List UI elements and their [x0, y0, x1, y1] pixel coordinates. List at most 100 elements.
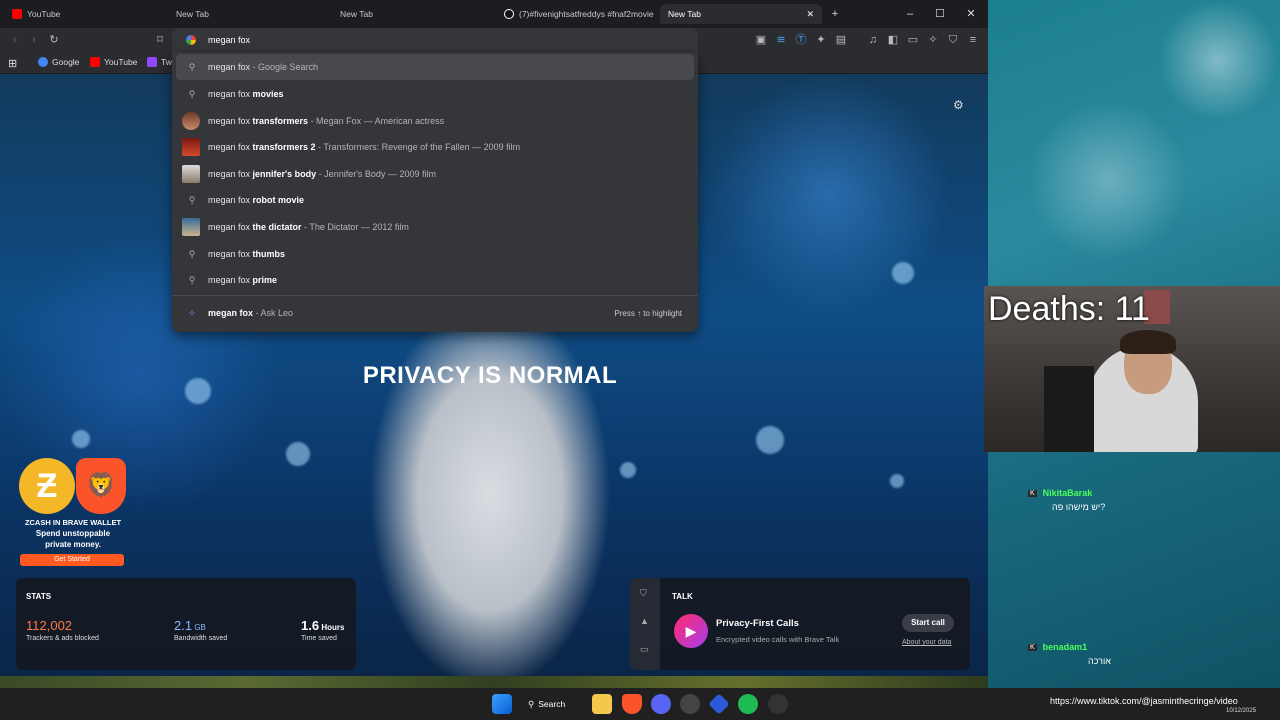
stat-value: 2.1 — [174, 618, 193, 633]
tab-new-1[interactable]: New Tab — [168, 4, 328, 24]
search-icon: ⚲ — [188, 89, 196, 99]
bookmark-twitch[interactable]: Twi — [147, 57, 174, 67]
thumbnail-image — [182, 218, 200, 236]
shield-icon[interactable]: ⛉ — [640, 588, 647, 599]
settings-gear-icon[interactable]: ⚙ — [953, 98, 964, 112]
file-explorer-icon[interactable] — [592, 694, 612, 714]
bokeh-light — [620, 462, 636, 478]
stat-value: 1.6 — [301, 618, 320, 633]
tab-new-2[interactable]: New Tab — [332, 4, 492, 24]
bookmark-icon[interactable]: ⌑ — [153, 33, 167, 47]
suggestion-bold: robot movie — [252, 195, 305, 205]
suggestion-item[interactable]: megan fox transformers 2 - Transformers:… — [172, 134, 698, 160]
start-call-button[interactable]: Start call — [902, 614, 954, 632]
ask-leo-item[interactable]: ✧ megan fox - Ask Leo Press ↑ to highlig… — [172, 300, 698, 326]
suggestion-bold: thumbs — [252, 249, 286, 259]
back-icon[interactable]: ‹ — [8, 33, 22, 47]
suggestion-desc: - The Dictator — 2012 film — [301, 222, 409, 232]
new-tab-button[interactable]: + — [827, 6, 843, 22]
extensions-icon[interactable]: ✦ — [814, 33, 828, 47]
bokeh-light — [72, 430, 90, 448]
close-tab-icon[interactable]: ✕ — [806, 9, 814, 20]
ask-leo-text: megan fox - Ask Leo — [208, 308, 293, 318]
suggestion-item[interactable]: megan fox jennifer's body - Jennifer's B… — [172, 161, 698, 187]
address-bar[interactable]: megan fox — [172, 28, 698, 52]
brave-lion-icon: 🦁 — [76, 458, 126, 514]
deaths-counter: Deaths: 11 — [988, 290, 1150, 328]
app-icon[interactable] — [708, 693, 730, 715]
sidebar-icon[interactable]: ◧ — [886, 33, 900, 47]
tab-youtube[interactable]: YouTube — [4, 4, 164, 24]
suggestion-text: megan fox robot movie — [208, 195, 304, 205]
listen-icon[interactable]: ≋ — [774, 33, 788, 47]
about-data-link[interactable]: About your data — [902, 639, 951, 646]
suggestion-prefix: megan fox — [208, 169, 253, 179]
tab-label: (7)#fivenightsatfreddys #fnaf2movie — [519, 9, 654, 19]
tab-tiktok[interactable]: (7)#fivenightsatfreddys #fnaf2movie — [496, 4, 656, 24]
shield-icon[interactable]: ⛉ — [946, 33, 960, 47]
suggestion-bold: transformers 2 — [252, 142, 316, 152]
suggestion-item[interactable]: ⚲ megan fox robot movie — [172, 187, 698, 213]
obs-icon[interactable] — [680, 694, 700, 714]
suggestion-item[interactable]: ⚲ megan fox thumbs — [172, 241, 698, 267]
reload-icon[interactable]: ↻ — [47, 33, 61, 47]
search-icon: ⚲ — [188, 62, 196, 72]
stat-label: Trackers & ads blocked — [26, 635, 99, 642]
maximize-button[interactable]: ☐ — [932, 6, 948, 22]
media-icon[interactable]: ♫ — [866, 33, 880, 47]
stat-time: 1.6 Hours Time saved — [301, 618, 344, 642]
search-icon: ⚲ — [188, 275, 196, 285]
taskbar-search[interactable]: ⚲ Search — [528, 694, 582, 714]
zcash-line3: private money. — [45, 540, 101, 549]
suggestion-prefix: megan fox — [208, 275, 253, 285]
suggestion-item[interactable]: ⚲ megan fox - Google Search — [176, 54, 694, 80]
talk-heading: Privacy-First Calls — [716, 618, 799, 629]
ask-leo-label: - Ask Leo — [255, 308, 294, 318]
wallet-icon[interactable]: ▭ — [906, 33, 920, 47]
tab-label: New Tab — [340, 9, 373, 19]
stream-chat: K NikitaBarak יש מישהו פה? K benadam1 או… — [988, 452, 1280, 688]
triangle-icon[interactable]: ▲ — [640, 616, 649, 626]
thumbnail-image — [182, 165, 200, 183]
suggestion-item[interactable]: ⚲ megan fox movies — [172, 81, 698, 107]
suggestion-prefix: megan fox — [208, 249, 253, 259]
zcash-icon: Ƶ — [19, 458, 75, 514]
brave-icon[interactable] — [622, 694, 642, 714]
stat-unit: Hours — [321, 623, 345, 632]
suggestion-item[interactable]: megan fox the dictator - The Dictator — … — [172, 214, 698, 240]
tab-new-active[interactable]: New Tab ✕ — [660, 4, 822, 24]
picture-icon[interactable]: ▣ — [754, 33, 768, 47]
discord-icon[interactable] — [651, 694, 671, 714]
windows-start-icon[interactable] — [492, 694, 512, 714]
suggestion-item[interactable]: ⚲ megan fox prime — [172, 267, 698, 293]
stat-trackers: 112,002 Trackers & ads blocked — [26, 618, 99, 642]
search-icon: ⚲ — [188, 249, 196, 259]
bokeh-light — [892, 262, 914, 284]
apps-icon[interactable]: ⊞ — [8, 57, 17, 70]
zcash-promo: Ƶ 🦁 ZCASH IN BRAVE WALLET Spend unstoppa… — [14, 456, 132, 568]
screenshot-icon[interactable]: ▤ — [834, 33, 848, 47]
thumbnail-image — [182, 112, 200, 130]
menu-icon[interactable]: ≡ — [966, 33, 980, 47]
bookmark-google[interactable]: Google — [38, 57, 79, 67]
bookmark-label: YouTube — [104, 57, 138, 67]
app-icon[interactable] — [768, 694, 788, 714]
translate-icon[interactable]: Ⓣ — [794, 33, 808, 47]
spotify-icon[interactable] — [738, 694, 758, 714]
suggestion-text: megan fox - Google Search — [208, 62, 318, 72]
browser-window: YouTube New Tab New Tab (7)#fivenightsat… — [0, 0, 988, 676]
leo-icon[interactable]: ✧ — [926, 33, 940, 47]
twitch-icon — [147, 57, 157, 67]
taskbar-search-label: Search — [538, 699, 566, 709]
zcash-line2: Spend unstoppable — [35, 529, 111, 538]
forward-icon[interactable]: › — [27, 33, 41, 47]
close-window-button[interactable]: ✕ — [963, 6, 979, 22]
address-bar-text[interactable]: megan fox — [208, 35, 250, 45]
bookmark-label: Google — [52, 57, 80, 67]
suggestion-item[interactable]: megan fox transformers - Megan Fox — Ame… — [172, 108, 698, 134]
bookmark-youtube[interactable]: YouTube — [90, 57, 137, 67]
video-icon[interactable]: ▭ — [640, 644, 649, 655]
suggestion-text: megan fox the dictator - The Dictator — … — [208, 222, 409, 232]
get-started-button[interactable]: Get Started — [20, 554, 124, 566]
minimize-button[interactable]: – — [902, 6, 918, 22]
